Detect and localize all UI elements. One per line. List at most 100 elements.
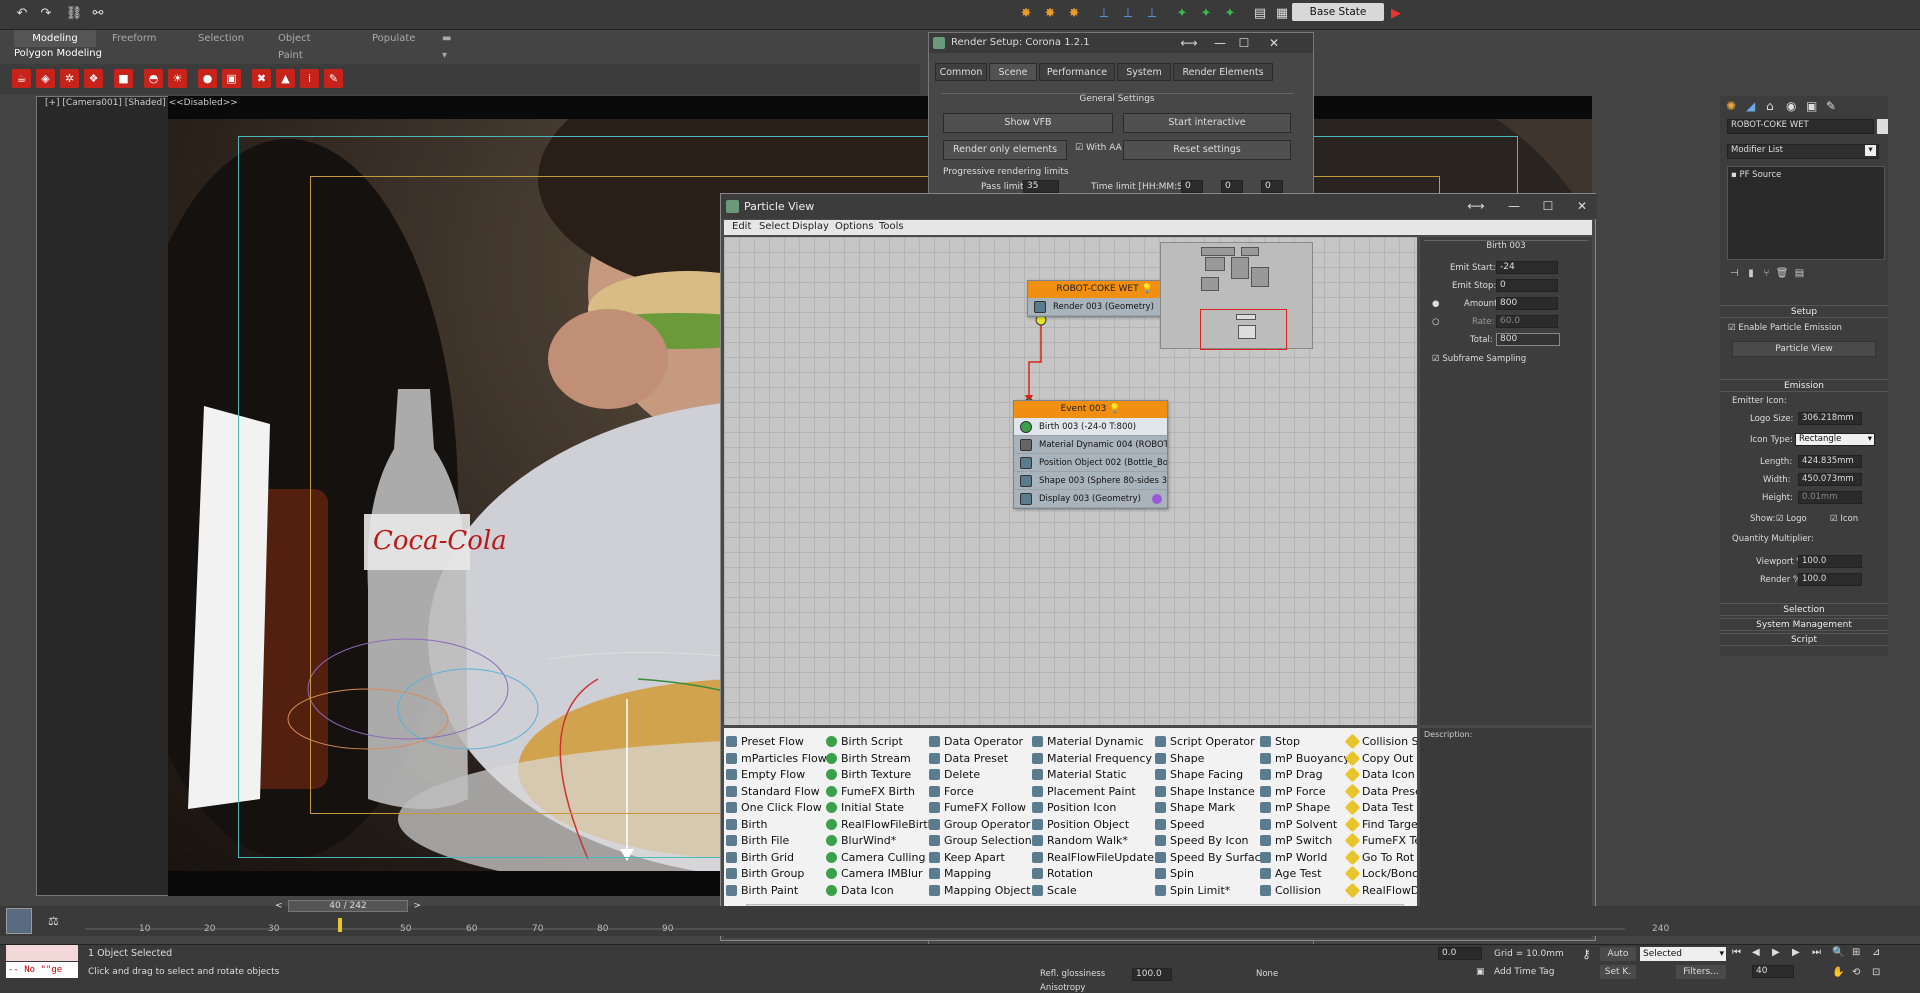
map-slot-label[interactable]: None: [1256, 969, 1278, 979]
close-icon[interactable]: ✕: [1261, 35, 1287, 51]
render-setup-icon[interactable]: ▤: [1250, 4, 1270, 24]
subframe-sampling-checkbox[interactable]: ☑ Subframe Sampling: [1432, 354, 1526, 364]
depot-item[interactable]: Collision S: [1344, 733, 1417, 750]
render-only-elements-button[interactable]: Render only elements: [943, 140, 1067, 160]
depot-item[interactable]: Lock/Bonc: [1344, 865, 1417, 882]
tab-system[interactable]: System: [1117, 63, 1171, 81]
create-tab-icon[interactable]: ✺: [1726, 99, 1736, 113]
time-marker[interactable]: [338, 918, 342, 932]
depot-item[interactable]: RealFlowFileUpdate: [1030, 850, 1154, 865]
emission-rollout-header[interactable]: Emission: [1720, 379, 1888, 392]
user-icon[interactable]: ●: [198, 69, 217, 88]
bulb-icon[interactable]: 💡: [1109, 404, 1120, 414]
depot-item[interactable]: One Click Flow: [724, 800, 822, 815]
unlink-icon[interactable]: ⚯: [88, 4, 108, 24]
height-spinner[interactable]: 0.01mm: [1798, 491, 1862, 504]
show-logo-checkbox[interactable]: ☑ Logo: [1776, 514, 1807, 524]
maxscript-listener-top[interactable]: [6, 945, 78, 961]
width-spinner[interactable]: 450.073mm: [1798, 473, 1862, 486]
object-color-swatch[interactable]: [1877, 119, 1888, 134]
depot-item[interactable]: Standard Flow: [724, 784, 820, 799]
close-icon[interactable]: ✕: [1569, 198, 1595, 214]
particles-icon[interactable]: ✲: [60, 69, 79, 88]
depot-item[interactable]: Speed: [1153, 817, 1204, 832]
percent-snap-icon[interactable]: ✸: [1064, 4, 1084, 24]
logo-size-spinner[interactable]: 306.218mm: [1798, 412, 1862, 425]
depot-item[interactable]: FumeFX Follow: [927, 800, 1026, 815]
depot-item[interactable]: Group Selection: [927, 833, 1032, 848]
depot-item[interactable]: Random Walk*: [1030, 833, 1128, 848]
state-set-label[interactable]: Base State: [1292, 3, 1384, 21]
depot-item[interactable]: Birth Stream: [824, 751, 911, 766]
depot-item[interactable]: Mapping: [927, 866, 991, 881]
pan-icon[interactable]: ✋: [1832, 967, 1844, 978]
general-settings-header[interactable]: General Settings: [941, 93, 1293, 105]
tab-common[interactable]: Common: [935, 63, 987, 81]
field-of-view-icon[interactable]: ⊿: [1872, 947, 1880, 958]
undo-icon[interactable]: ↶: [12, 4, 32, 24]
depot-item[interactable]: Keep Apart: [927, 850, 1005, 865]
node-operator-position-object[interactable]: Position Object 002 (Bottle_Bottl...: [1014, 454, 1167, 472]
depot-item[interactable]: Spin: [1153, 866, 1194, 881]
bulb-icon[interactable]: 💡: [1141, 284, 1152, 294]
z-coordinate-field[interactable]: 0.0: [1438, 947, 1482, 960]
object-name-field[interactable]: ROBOT-COKE WET: [1727, 119, 1874, 134]
depot-item[interactable]: Birth File: [724, 833, 789, 848]
depot-item[interactable]: Shape Instance: [1153, 784, 1255, 799]
key-icon[interactable]: ⚷: [1582, 947, 1591, 961]
depot-item[interactable]: mP World: [1258, 850, 1327, 865]
render-frame-icon[interactable]: ▦: [1272, 4, 1292, 24]
show-vfb-button[interactable]: Show VFB: [943, 113, 1113, 133]
key-filters-button[interactable]: Filters...: [1676, 965, 1726, 979]
tab-freeform[interactable]: Freeform: [104, 30, 165, 47]
node-operator-render[interactable]: Render 003 (Geometry): [1028, 298, 1181, 316]
depot-item[interactable]: Material Static: [1030, 767, 1127, 782]
maxscript-listener-bottom[interactable]: -- No ""ge: [6, 962, 78, 978]
group-icon[interactable]: ❖: [84, 69, 103, 88]
ribbon-options-icon[interactable]: ▬ ▾: [434, 30, 459, 61]
maximize-icon[interactable]: ☐: [1231, 35, 1257, 51]
depot-item[interactable]: mP Solvent: [1258, 817, 1337, 832]
tab-selection[interactable]: Selection: [190, 30, 252, 47]
depot-item[interactable]: Birth Texture: [824, 767, 911, 782]
depot-item[interactable]: Group Operator: [927, 817, 1030, 832]
depot-item[interactable]: Scale: [1030, 883, 1077, 898]
image-icon[interactable]: ▣: [222, 69, 241, 88]
modifier-list-dropdown[interactable]: Modifier List ▾: [1727, 144, 1879, 159]
depot-item[interactable]: Shape Facing: [1153, 767, 1243, 782]
depot-item[interactable]: Material Dynamic: [1030, 734, 1144, 749]
node-operator-shape[interactable]: Shape 003 (Sphere 80-sides 3D): [1014, 472, 1167, 490]
depot-item[interactable]: mP Drag: [1258, 767, 1323, 782]
depot-item[interactable]: FumeFX Birth: [824, 784, 915, 799]
depot-item[interactable]: Empty Flow: [724, 767, 805, 782]
key-filter-icon[interactable]: ⚖: [48, 914, 59, 928]
key-mode-dropdown[interactable]: Selected ▾: [1640, 947, 1726, 961]
schematic-icon[interactable]: ✦: [1196, 4, 1216, 24]
modify-tab-icon[interactable]: ◢: [1746, 99, 1755, 113]
lock-icon[interactable]: ▲: [276, 69, 295, 88]
brush-icon[interactable]: ✎: [324, 69, 343, 88]
sun-icon[interactable]: ☀: [168, 69, 187, 88]
depot-item[interactable]: Data Icon: [1344, 766, 1415, 783]
redo-icon[interactable]: ↷: [36, 4, 56, 24]
depot-item[interactable]: Data Test: [1344, 799, 1413, 816]
depot-item[interactable]: RealFlowD: [1344, 882, 1417, 898]
depot-item[interactable]: Data Operator: [927, 734, 1023, 749]
expand-icon[interactable]: ⟷: [1176, 35, 1202, 51]
rate-radio[interactable]: ○: [1432, 317, 1439, 327]
viewport-label[interactable]: [+] [Camera001] [Shaded] <<Disabled>>: [45, 98, 238, 108]
particle-flow-canvas[interactable]: ROBOT-COKE WET 💡 Render 003 (Geometry) E…: [724, 237, 1417, 725]
depot-item[interactable]: Birth Paint: [724, 883, 798, 898]
modifier-stack[interactable]: ▪ PF Source: [1727, 166, 1885, 260]
make-unique-icon[interactable]: ⑂: [1763, 268, 1769, 279]
length-spinner[interactable]: 424.835mm: [1798, 455, 1862, 468]
depot-item[interactable]: mP Switch: [1258, 833, 1332, 848]
depot-item[interactable]: Script Operator: [1153, 734, 1255, 749]
minimize-icon[interactable]: —: [1501, 198, 1527, 214]
depot-item[interactable]: Birth Grid: [724, 850, 794, 865]
depot-item[interactable]: Speed By Surface: [1153, 850, 1267, 865]
depot-item[interactable]: Go To Rot: [1344, 849, 1414, 865]
goto-end-icon[interactable]: ⏭: [1812, 947, 1821, 958]
pass-limit-spinner[interactable]: 35: [1023, 180, 1059, 193]
display-color-swatch[interactable]: [1152, 494, 1162, 504]
